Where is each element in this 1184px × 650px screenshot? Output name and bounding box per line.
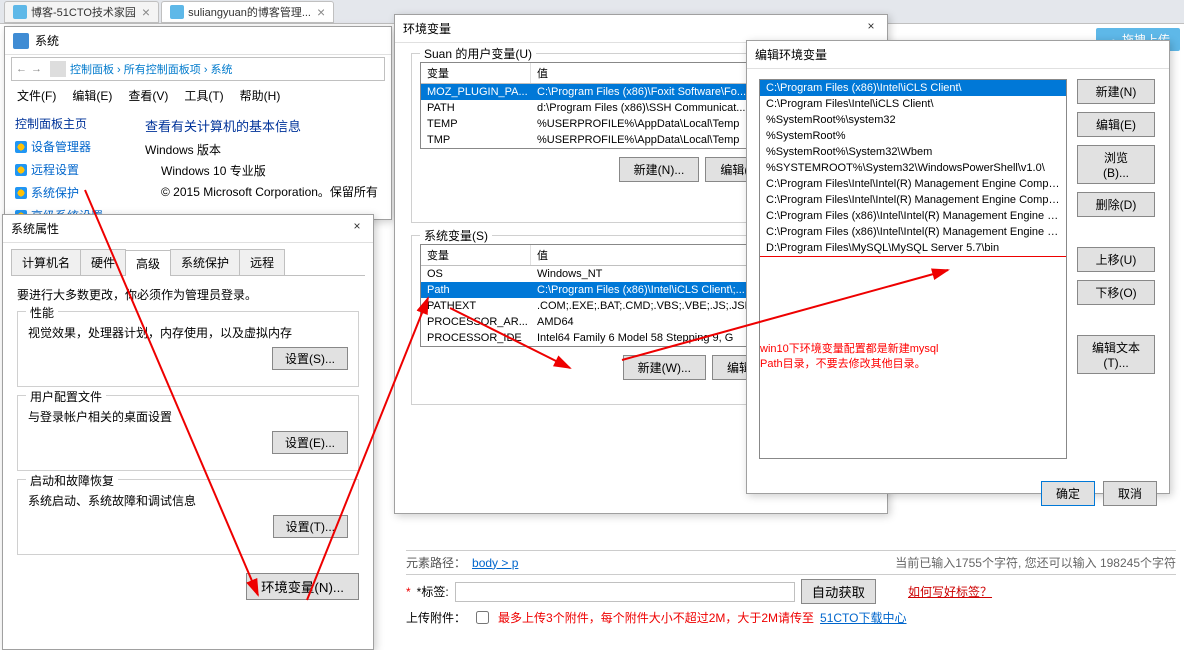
auto-tag-button[interactable]: 自动获取 <box>801 579 876 604</box>
tab-label: suliangyuan的博客管理... <box>188 4 311 20</box>
list-item[interactable]: D:\Program Files\MySQL\MySQL Server 5.7\… <box>760 240 1066 257</box>
breadcrumb[interactable]: 控制面板 › 所有控制面板项 › 系统 <box>70 61 233 77</box>
attach-label: 上传附件： <box>406 609 466 626</box>
new-button[interactable]: 新建(N) <box>1077 79 1155 104</box>
perf-desc: 视觉效果，处理器计划，内存使用，以及虚拟内存 <box>28 324 348 341</box>
system-properties-dialog: 系统属性 × 计算机名 硬件 高级 系统保护 远程 要进行大多数更改，你必须作为… <box>2 214 374 650</box>
sys-vars-label: 系统变量(S) <box>420 227 492 244</box>
dialog-title: 编辑环境变量 <box>755 46 827 63</box>
list-item[interactable]: C:\Program Files (x86)\Intel\Intel(R) Ma… <box>760 224 1066 240</box>
attach-note: 最多上传3个附件，每个附件大小不超过2M，大于2M请传至 <box>498 609 814 626</box>
list-item[interactable]: %SystemRoot%\System32\Wbem <box>760 144 1066 160</box>
el-path-label: 元素路径： <box>406 554 466 571</box>
list-item[interactable]: C:\Program Files\Intel\Intel(R) Manageme… <box>760 176 1066 192</box>
list-item[interactable]: C:\Program Files\Intel\iCLS Client\ <box>760 96 1066 112</box>
list-item[interactable]: C:\Program Files\Intel\Intel(R) Manageme… <box>760 192 1066 208</box>
user-vars-label: Suan 的用户变量(U) <box>420 45 536 62</box>
tag-input[interactable] <box>455 582 795 602</box>
sidebar-header[interactable]: 控制面板主页 <box>15 112 125 135</box>
userprof-settings-button[interactable]: 设置(E)... <box>272 431 348 454</box>
annotation-note: win10下环境变量配置都是新建mysql Path目录，不要去修改其他目录。 <box>760 342 938 373</box>
menu-help[interactable]: 帮助(H) <box>234 85 287 106</box>
perf-settings-button[interactable]: 设置(S)... <box>272 347 348 370</box>
env-vars-button[interactable]: 环境变量(N)... <box>246 573 359 600</box>
system-icon <box>13 33 29 49</box>
winver-value: Windows 10 专业版 <box>161 162 381 179</box>
cancel-button[interactable]: 取消 <box>1103 481 1157 506</box>
dialog-title: 环境变量 <box>403 20 451 37</box>
browser-tab-2[interactable]: suliangyuan的博客管理... × <box>161 1 334 23</box>
startup-settings-button[interactable]: 设置(T)... <box>273 515 348 538</box>
userprof-desc: 与登录帐户相关的桌面设置 <box>28 408 348 425</box>
perf-title: 性能 <box>26 304 58 321</box>
menu-file[interactable]: 文件(F) <box>11 85 62 106</box>
close-icon[interactable]: × <box>142 4 150 20</box>
move-down-button[interactable]: 下移(O) <box>1077 280 1155 305</box>
menu-edit[interactable]: 编辑(E) <box>66 85 118 106</box>
edit-text-button[interactable]: 编辑文本(T)... <box>1077 335 1155 374</box>
new-user-var-button[interactable]: 新建(N)... <box>619 157 700 182</box>
path-list[interactable]: C:\Program Files (x86)\Intel\iCLS Client… <box>759 79 1067 459</box>
list-item[interactable]: C:\Program Files (x86)\Intel\Intel(R) Ma… <box>760 208 1066 224</box>
new-sys-var-button[interactable]: 新建(W)... <box>623 355 706 380</box>
tab-advanced[interactable]: 高级 <box>125 250 171 276</box>
admin-note: 要进行大多数更改，你必须作为管理员登录。 <box>17 286 359 303</box>
fwd-icon[interactable]: → <box>31 63 42 75</box>
site-icon <box>13 5 27 19</box>
userprof-title: 用户配置文件 <box>26 388 106 405</box>
close-icon[interactable]: × <box>855 15 887 37</box>
sidebar-device-mgr[interactable]: 设备管理器 <box>15 135 125 158</box>
computer-icon <box>50 61 66 77</box>
list-item[interactable]: %SystemRoot%\system32 <box>760 112 1066 128</box>
col-var[interactable]: 变量 <box>421 63 531 83</box>
attach-checkbox[interactable] <box>476 611 489 624</box>
close-icon[interactable]: × <box>317 4 325 20</box>
list-item[interactable]: C:\Program Files (x86)\Intel\iCLS Client… <box>760 80 1066 96</box>
back-icon[interactable]: ← <box>16 63 27 75</box>
col-var[interactable]: 变量 <box>421 245 531 265</box>
startup-desc: 系统启动、系统故障和调试信息 <box>28 492 348 509</box>
list-item[interactable]: %SYSTEMROOT%\System32\WindowsPowerShell\… <box>760 160 1066 176</box>
startup-title: 启动和故障恢复 <box>26 472 118 489</box>
sidebar-remote[interactable]: 远程设置 <box>15 158 125 181</box>
move-up-button[interactable]: 上移(U) <box>1077 247 1155 272</box>
close-icon[interactable]: × <box>341 215 373 237</box>
tab-computer-name[interactable]: 计算机名 <box>11 249 81 275</box>
browse-button[interactable]: 浏览(B)... <box>1077 145 1155 184</box>
address-bar[interactable]: ← → 控制面板 › 所有控制面板项 › 系统 <box>11 57 385 81</box>
char-count: 当前已输入1755个字符, 您还可以输入 198245个字符 <box>895 554 1176 571</box>
edit-env-var-dialog: 编辑环境变量 C:\Program Files (x86)\Intel\iCLS… <box>746 40 1170 494</box>
tag-label: *标签: <box>417 583 449 600</box>
browser-tab-1[interactable]: 博客-51CTO技术家园 × <box>4 1 159 23</box>
ok-button[interactable]: 确定 <box>1041 481 1095 506</box>
shield-icon <box>15 164 27 176</box>
tab-protection[interactable]: 系统保护 <box>170 249 240 275</box>
site-icon <box>170 5 184 19</box>
delete-button[interactable]: 删除(D) <box>1077 192 1155 217</box>
shield-icon <box>15 141 27 153</box>
menu-tools[interactable]: 工具(T) <box>178 85 229 106</box>
window-title: 系统 <box>35 32 59 49</box>
sidebar-protection[interactable]: 系统保护 <box>15 181 125 204</box>
el-path-value[interactable]: body > p <box>472 556 518 570</box>
how-to-tag-link[interactable]: 如何写好标签？ <box>908 583 992 600</box>
edit-button[interactable]: 编辑(E) <box>1077 112 1155 137</box>
list-item[interactable]: %SystemRoot% <box>760 128 1066 144</box>
tab-remote[interactable]: 远程 <box>239 249 285 275</box>
system-window: 系统 ← → 控制面板 › 所有控制面板项 › 系统 文件(F) 编辑(E) 查… <box>4 26 392 220</box>
copyright: © 2015 Microsoft Corporation。保留所有 <box>161 183 381 200</box>
page-heading: 查看有关计算机的基本信息 <box>145 116 381 135</box>
dialog-title: 系统属性 <box>11 220 59 237</box>
menu-view[interactable]: 查看(V) <box>122 85 174 106</box>
editor-footer: 元素路径： body > p 当前已输入1755个字符, 您还可以输入 1982… <box>398 542 1184 650</box>
download-center-link[interactable]: 51CTO下载中心 <box>820 609 906 626</box>
tab-hardware[interactable]: 硬件 <box>80 249 126 275</box>
shield-icon <box>15 187 27 199</box>
tab-label: 博客-51CTO技术家园 <box>31 4 136 20</box>
winver-label: Windows 版本 <box>145 141 381 158</box>
